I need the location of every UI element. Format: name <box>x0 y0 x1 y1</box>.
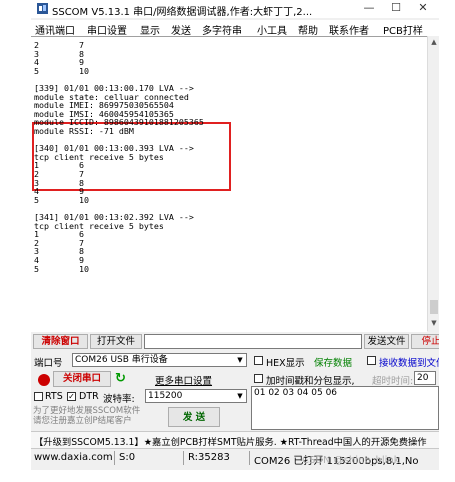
file-path-field[interactable] <box>144 334 362 349</box>
menu-comm-port[interactable]: 通讯端口 <box>35 22 75 37</box>
port-status-icon <box>38 374 50 386</box>
rts-checkbox[interactable] <box>34 392 43 401</box>
scroll-thumb[interactable] <box>430 300 438 314</box>
banner-text: 【升级到SSCOM5.13.1】★嘉立创PCB打样SMT贴片服务. ★RT-Th… <box>34 437 427 448</box>
sent-count: S:0 <box>119 452 136 463</box>
send-text-area[interactable]: 01 02 03 04 05 06 <box>251 386 439 430</box>
sscom-window: SSCOM V5.13.1 串口/网络数据调试器,作者:大虾丁丁,2... — … <box>31 0 439 470</box>
console-line: 5 10 <box>34 65 89 76</box>
baud-select[interactable]: 115200 ▼ <box>145 389 247 403</box>
promo-text: 为了更好地发展SSCOM软件 请您注册嘉立创P结尾客户 <box>33 406 141 426</box>
recv-to-file-checkbox[interactable] <box>367 356 376 365</box>
send-button[interactable]: 发 送 <box>168 407 220 427</box>
menu-help[interactable]: 帮助 <box>298 22 318 37</box>
stop-button[interactable]: 停止 <box>411 334 439 349</box>
console-line: 5 10 <box>34 263 89 274</box>
vertical-scrollbar[interactable]: ▲ ▼ <box>427 36 439 331</box>
scroll-up-icon[interactable]: ▲ <box>429 38 439 48</box>
rts-label: RTS <box>45 391 63 402</box>
open-file-button[interactable]: 打开文件 <box>90 334 142 349</box>
scroll-down-icon[interactable]: ▼ <box>429 319 439 329</box>
menu-bar: 通讯端口 串口设置 显示 发送 多字符串 小工具 帮助 联系作者 PCB打样 <box>31 20 439 37</box>
status-divider <box>114 451 115 465</box>
baud-label: 波特率: <box>103 394 135 405</box>
timestamp-label: 加时间戳和分包显示, <box>266 376 355 387</box>
menu-serial-settings[interactable]: 串口设置 <box>87 22 127 37</box>
close-port-button[interactable]: 关闭串口 <box>53 371 111 387</box>
recv-to-file-label: 接收数据到文件 <box>379 358 439 369</box>
menu-tools[interactable]: 小工具 <box>257 22 287 37</box>
hex-display-label: HEX显示 <box>266 358 305 369</box>
menu-pcb[interactable]: PCB打样 <box>383 22 423 37</box>
csdn-watermark: CSDN @shine_blink <box>302 455 400 466</box>
timestamp-checkbox[interactable] <box>254 374 263 383</box>
more-settings-link[interactable]: 更多串口设置 <box>155 373 212 387</box>
save-data-button[interactable]: 保存数据 <box>314 355 352 369</box>
window-title: SSCOM V5.13.1 串口/网络数据调试器,作者:大虾丁丁,2... <box>52 7 313 18</box>
chevron-down-icon: ▼ <box>237 356 243 364</box>
app-icon <box>37 3 48 14</box>
menu-multi-string[interactable]: 多字符串 <box>202 22 242 37</box>
status-divider <box>183 451 184 465</box>
promo-banner: 【升级到SSCOM5.13.1】★嘉立创PCB打样SMT贴片服务. ★RT-Th… <box>31 431 439 449</box>
website-link[interactable]: www.daxia.com <box>34 452 113 463</box>
receive-console[interactable]: 2 73 84 95 10 [339] 01/01 00:13:00.170 LV… <box>31 36 427 332</box>
refresh-icon[interactable]: ↻ <box>115 371 126 386</box>
dtr-checkbox[interactable]: ✓ <box>67 392 76 401</box>
status-divider <box>249 451 250 465</box>
console-line: module RSSI: -71 dBM <box>34 126 134 136</box>
menu-display[interactable]: 显示 <box>140 22 160 37</box>
title-bar: SSCOM V5.13.1 串口/网络数据调试器,作者:大虾丁丁,2... — … <box>31 0 439 18</box>
minimize-button[interactable]: — <box>356 1 382 16</box>
port-select[interactable]: COM26 USB 串行设备 ▼ <box>72 353 247 367</box>
timeout-input[interactable]: 20 <box>414 371 436 385</box>
received-count: R:35283 <box>188 452 230 463</box>
dtr-label: DTR <box>79 391 99 402</box>
baud-value: 115200 <box>148 391 183 401</box>
menu-contact-author[interactable]: 联系作者 <box>329 22 369 37</box>
close-button[interactable]: ✕ <box>410 1 436 16</box>
chevron-down-icon: ▼ <box>237 392 243 400</box>
maximize-button[interactable]: ☐ <box>383 1 409 16</box>
port-value: COM26 USB 串行设备 <box>75 355 168 365</box>
timeout-label: 超时时间: <box>372 376 414 387</box>
console-line: 5 10 <box>34 194 89 205</box>
menu-send[interactable]: 发送 <box>171 22 191 37</box>
send-file-button[interactable]: 发送文件 <box>364 334 409 349</box>
clear-window-button[interactable]: 清除窗口 <box>33 334 88 349</box>
hex-display-checkbox[interactable] <box>254 356 263 365</box>
port-label: 端口号 <box>34 358 63 369</box>
